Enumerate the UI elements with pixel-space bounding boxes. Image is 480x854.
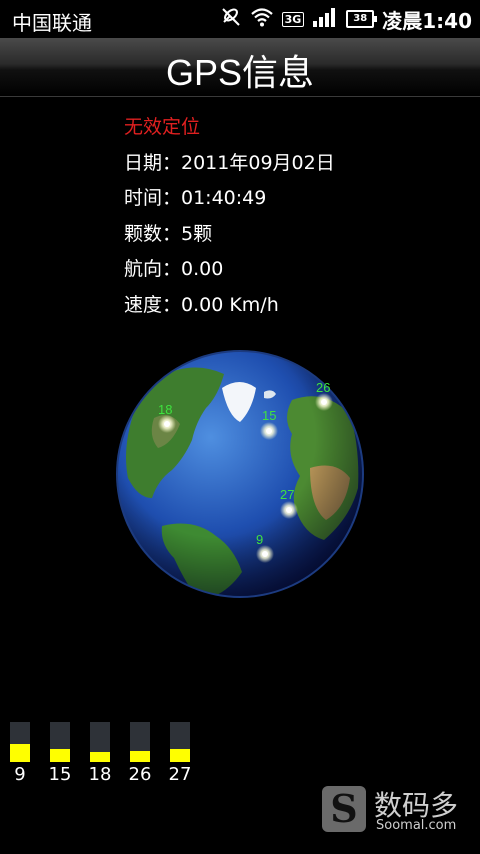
watermark-glyph: S: [330, 786, 358, 831]
globe-svg: 18 15 26 27 9: [116, 350, 364, 598]
screen: 中国联通 3G 38 凌晨1:40 GPS信息 无效定位 日期：2011年09月…: [0, 0, 480, 854]
signal-icon: [312, 7, 338, 31]
carrier-label: 中国联通: [12, 11, 92, 35]
wifi-icon: [250, 7, 274, 31]
battery-icon: 38: [346, 10, 378, 28]
satellite-label: 26: [316, 380, 330, 395]
status-bar: 中国联通 3G 38 凌晨1:40: [0, 0, 480, 38]
signal-label: 26: [128, 764, 152, 785]
signal-label: 18: [88, 764, 112, 785]
signal-fill: [50, 749, 70, 762]
watermark-site: Soomal.com: [376, 818, 457, 833]
signal-bar-18: [90, 722, 110, 762]
signal-label: 27: [168, 764, 192, 785]
signal-fill: [170, 749, 190, 762]
satellite-label: 9: [256, 532, 263, 547]
watermark-logo: S 数码多 Soomal.com: [316, 784, 466, 836]
gps-off-icon: [220, 6, 242, 32]
signal-fill: [10, 744, 30, 762]
satellite-label: 27: [280, 487, 294, 502]
signal-label: 9: [14, 764, 26, 785]
globe: 18 15 26 27 9: [114, 348, 366, 600]
satellite-label: 18: [158, 402, 172, 417]
status-icons: 3G 38 凌晨1:40: [212, 6, 472, 33]
time-line: 时间：01:40:49: [124, 187, 267, 209]
satellite-count-line: 颗数：5颗: [124, 222, 213, 245]
title-bar: GPS信息: [0, 38, 480, 97]
signal-fill: [130, 751, 150, 762]
date-line: 日期：2011年09月02日: [124, 151, 335, 174]
signal-fill: [90, 752, 110, 762]
signal-bar-27: [170, 722, 190, 762]
fix-status: 无效定位: [124, 116, 201, 138]
signal-label: 15: [48, 764, 72, 785]
signal-strength-bars: 9 15 18 26 27: [0, 722, 300, 792]
heading-line: 航向：0.00: [124, 258, 224, 280]
clock: 凌晨1:40: [382, 8, 472, 33]
gps-info-panel: 无效定位 日期：2011年09月02日 时间：01:40:49 颗数：5颗 航向…: [124, 110, 335, 323]
signal-bar-15: [50, 722, 70, 762]
signal-bar-9: [10, 722, 30, 762]
signal-bar-26: [130, 722, 150, 762]
3g-icon: 3G: [281, 11, 305, 27]
satellite-label: 15: [262, 408, 276, 423]
page-title: GPS信息: [165, 52, 315, 93]
speed-line: 速度：0.00 Km/h: [124, 293, 279, 316]
